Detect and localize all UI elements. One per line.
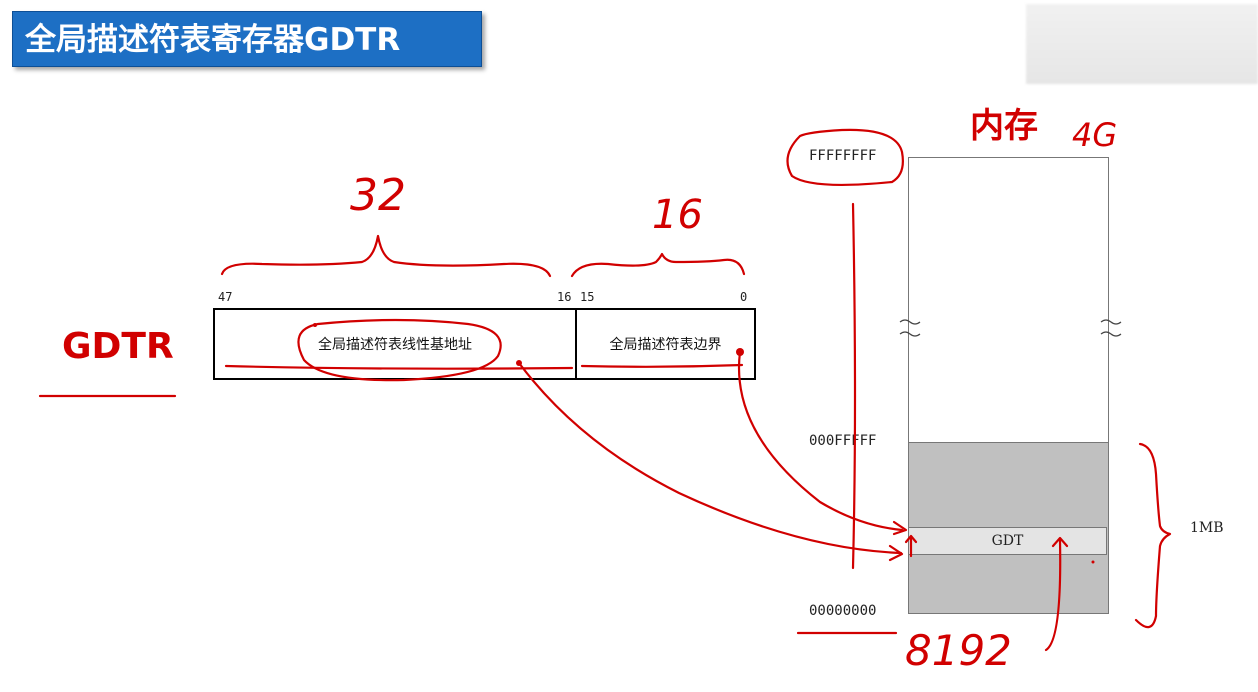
memory-left-line [851, 202, 857, 570]
top-address-circle [786, 128, 904, 187]
gdt-start-marker [904, 534, 918, 558]
base-underline [224, 364, 574, 370]
annotation-ink [38, 128, 1172, 652]
brace-1mb [1134, 442, 1172, 629]
limit-to-gdt-arrow [737, 350, 904, 532]
brace-32 [220, 234, 552, 278]
limit-underline [580, 363, 744, 368]
base-circle [297, 318, 502, 382]
entries-to-gdt-arrow [1044, 536, 1069, 652]
memory-break-marks [899, 319, 1122, 337]
brace-16 [570, 252, 746, 278]
base-to-gdt-arrow [517, 361, 903, 555]
